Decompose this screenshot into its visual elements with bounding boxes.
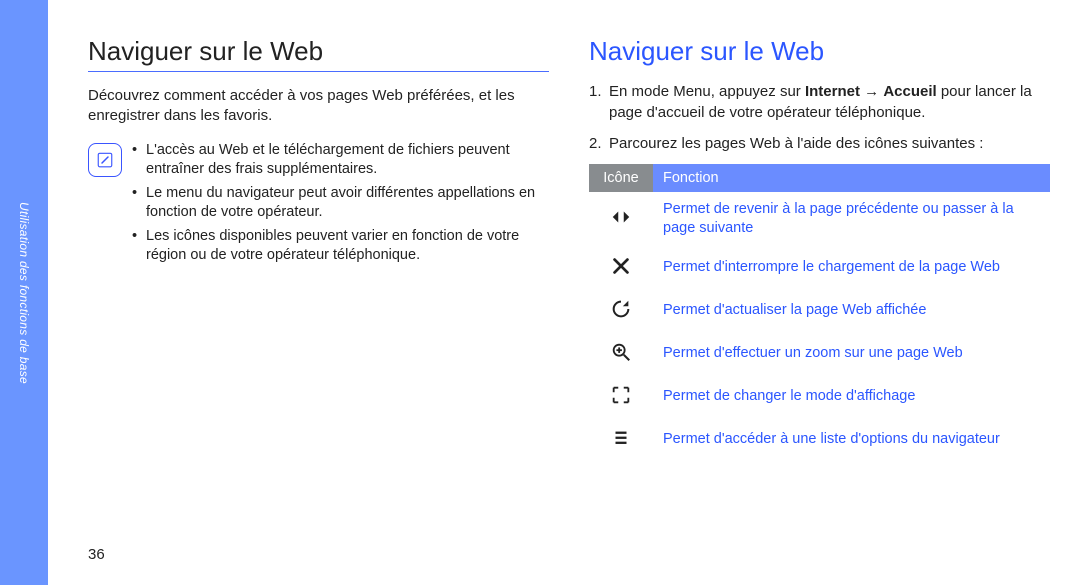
note-icon [88, 143, 122, 177]
table-header-icon: Icône [589, 164, 653, 192]
options-icon [589, 418, 653, 461]
manual-page: Utilisation des fonctions de base Navigu… [0, 0, 1080, 585]
steps-list: 1. En mode Menu, appuyez sur Internet → … [589, 81, 1050, 154]
side-tab: Utilisation des fonctions de base [0, 0, 48, 585]
table-row: Permet de changer le mode d'affichage [589, 375, 1050, 418]
right-column: Naviguer sur le Web 1. En mode Menu, app… [589, 36, 1050, 565]
function-text: Permet d'actualiser la page Web affichée [653, 289, 1050, 332]
table-row: Permet de revenir à la page précédente o… [589, 192, 1050, 246]
note-box: L'accès au Web et le téléchargement de f… [88, 141, 549, 270]
note-item: Les icônes disponibles peuvent varier en… [132, 227, 549, 266]
step-number: 2. [589, 133, 602, 154]
note-list: L'accès au Web et le téléchargement de f… [132, 141, 549, 270]
function-text: Permet de revenir à la page précédente o… [653, 192, 1050, 246]
icon-function-table: Icône Fonction Permet de revenir à la pa… [589, 164, 1050, 462]
back-forward-icon [589, 192, 653, 246]
step-number: 1. [589, 81, 602, 102]
table-row: Permet d'interrompre le chargement de la… [589, 246, 1050, 289]
table-row: Permet d'actualiser la page Web affichée [589, 289, 1050, 332]
stop-icon [589, 246, 653, 289]
function-text: Permet d'interrompre le chargement de la… [653, 246, 1050, 289]
pencil-note-icon [96, 151, 114, 169]
step-item: 1. En mode Menu, appuyez sur Internet → … [589, 81, 1050, 123]
left-column: Naviguer sur le Web Découvrez comment ac… [88, 36, 549, 565]
note-item: Le menu du navigateur peut avoir différe… [132, 184, 549, 223]
refresh-icon [589, 289, 653, 332]
table-row: Permet d'accéder à une liste d'options d… [589, 418, 1050, 461]
intro-text: Découvrez comment accéder à vos pages We… [88, 86, 549, 127]
function-text: Permet d'accéder à une liste d'options d… [653, 418, 1050, 461]
step-prefix: En mode Menu, appuyez sur [609, 83, 805, 100]
table-header-function: Fonction [653, 164, 1050, 192]
page-title: Naviguer sur le Web [88, 36, 549, 72]
table-row: Permet d'effectuer un zoom sur une page … [589, 332, 1050, 375]
zoom-icon [589, 332, 653, 375]
step-bold2: Accueil [883, 83, 936, 100]
note-item: L'accès au Web et le téléchargement de f… [132, 141, 549, 180]
step-text: En mode Menu, appuyez sur Internet → Acc… [609, 83, 1032, 121]
step-item: 2. Parcourez les pages Web à l'aide des … [589, 133, 1050, 154]
spine-label: Utilisation des fonctions de base [17, 201, 31, 383]
view-mode-icon [589, 375, 653, 418]
content-area: Naviguer sur le Web Découvrez comment ac… [48, 0, 1080, 585]
section-heading: Naviguer sur le Web [589, 36, 1050, 67]
function-text: Permet de changer le mode d'affichage [653, 375, 1050, 418]
page-number: 36 [88, 546, 105, 563]
step-bold1: Internet [805, 83, 860, 100]
arrow-icon: → [860, 83, 883, 100]
step-text: Parcourez les pages Web à l'aide des icô… [609, 135, 983, 152]
function-text: Permet d'effectuer un zoom sur une page … [653, 332, 1050, 375]
